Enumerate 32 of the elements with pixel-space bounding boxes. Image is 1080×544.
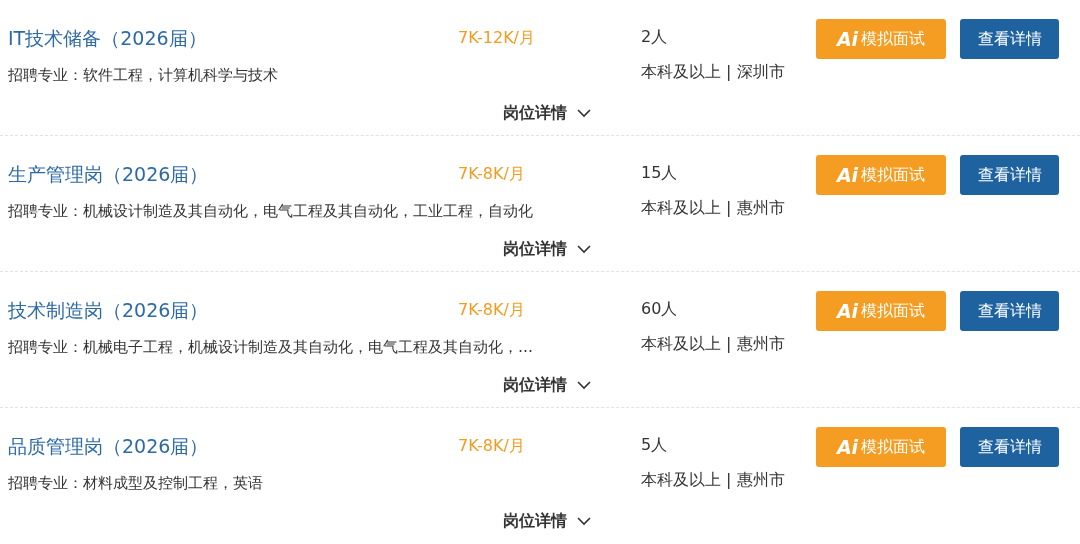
salary: 7K-8K/月 [458,435,526,457]
majors: 招聘专业：材料成型及控制工程，英语 [8,473,263,494]
salary: 7K-12K/月 [458,27,536,49]
majors: 招聘专业：软件工程，计算机科学与技术 [8,65,278,86]
details-toggle[interactable]: 岗位详情 [503,501,591,541]
job-title[interactable]: 生产管理岗（2026届） [8,155,458,193]
majors: 招聘专业：机械设计制造及其自动化，电气工程及其自动化，工业工程，自动化 [8,201,533,222]
chevron-icon [577,516,591,526]
chevron-icon [577,380,591,390]
headcount: 60人 [641,298,679,320]
details-toggle[interactable]: 岗位详情 [503,229,591,269]
requirement: 本科及以上 | 惠州市 [641,197,786,219]
chevron-icon [577,108,591,118]
view-details-button[interactable]: 查看详情 [960,19,1059,59]
majors: 招聘专业：机械电子工程，机械设计制造及其自动化，电气工程及其自动化，… [8,337,533,358]
view-details-button[interactable]: 查看详情 [960,291,1059,331]
requirement: 本科及以上 | 惠州市 [641,333,786,355]
salary: 7K-8K/月 [458,299,526,321]
job-title[interactable]: 技术制造岗（2026届） [8,291,458,329]
details-toggle[interactable]: 岗位详情 [503,365,591,405]
chevron-icon [577,244,591,254]
requirement: 本科及以上 | 惠州市 [641,469,786,491]
requirement: 本科及以上 | 深圳市 [641,61,786,83]
view-details-button[interactable]: 查看详情 [960,155,1059,195]
headcount: 15人 [641,162,679,184]
headcount: 2人 [641,26,669,48]
details-toggle[interactable]: 岗位详情 [503,93,591,133]
job-title[interactable]: 品质管理岗（2026届） [8,427,458,465]
salary: 7K-8K/月 [458,163,526,185]
job-title[interactable]: IT技术储备（2026届） [8,19,458,57]
headcount: 5人 [641,434,669,456]
view-details-button[interactable]: 查看详情 [960,427,1059,467]
